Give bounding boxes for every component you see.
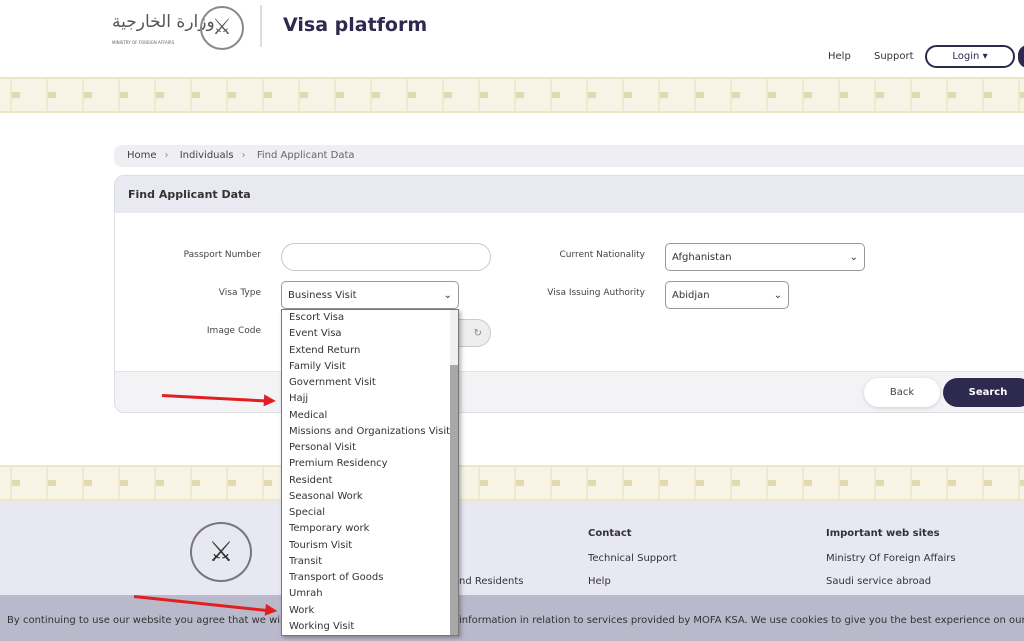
saudi-abroad-link[interactable]: Saudi service abroad — [826, 576, 931, 587]
dropdown-option[interactable]: Seasonal Work — [282, 489, 458, 505]
nav-help[interactable]: Help — [828, 51, 851, 62]
dropdown-option[interactable]: Transit — [282, 554, 458, 570]
contact-title: Contact — [588, 528, 632, 539]
card-header: Find Applicant Data — [115, 176, 1024, 213]
dropdown-option[interactable]: Premium Residency — [282, 456, 458, 472]
footer-link-residents[interactable]: nd Residents — [459, 576, 523, 587]
dropdown-option[interactable]: Transport of Goods — [282, 570, 458, 586]
breadcrumb-individuals[interactable]: Individuals — [180, 150, 234, 161]
dropdown-option[interactable]: Resident — [282, 473, 458, 489]
breadcrumb-home[interactable]: Home — [127, 150, 157, 161]
dropdown-option[interactable]: Temporary work — [282, 521, 458, 537]
dropdown-option[interactable]: Family Visit — [282, 359, 458, 375]
dropdown-option[interactable]: Extend Return — [282, 343, 458, 359]
login-button[interactable]: Login ▾ — [925, 45, 1015, 68]
footer-emblem-icon: ⚔ — [190, 522, 252, 582]
dropdown-option[interactable]: Hajj — [282, 391, 458, 407]
visa-type-label: Visa Type — [218, 288, 261, 298]
dropdown-option[interactable]: Umrah — [282, 586, 458, 602]
ministry-logo: وزارة الخارجية MINISTRY OF FOREIGN AFFAI… — [112, 6, 247, 50]
help-link[interactable]: Help — [588, 576, 611, 587]
cookie-text-left: By continuing to use our website you agr… — [7, 615, 286, 626]
cookie-banner: By continuing to use our website you agr… — [0, 595, 1024, 641]
nationality-label: Current Nationality — [559, 250, 645, 260]
language-button[interactable] — [1018, 45, 1024, 68]
nationality-select[interactable]: Afghanistan ⌄ — [665, 243, 865, 271]
footer-band — [0, 465, 1024, 501]
dropdown-option[interactable]: Medical — [282, 408, 458, 424]
breadcrumb: Home › Individuals › Find Applicant Data — [114, 145, 1024, 167]
dropdown-option[interactable]: Missions and Organizations Visit — [282, 424, 458, 440]
divider — [260, 5, 262, 47]
nav-support[interactable]: Support — [874, 51, 914, 62]
visa-type-select[interactable]: Business Visit ⌄ — [281, 281, 459, 309]
dropdown-option[interactable]: Work — [282, 603, 458, 619]
dropdown-option[interactable]: Event Visa — [282, 326, 458, 342]
chevron-down-icon: ⌄ — [773, 289, 782, 301]
cookie-text-right: information in relation to services prov… — [459, 615, 1024, 626]
dropdown-option[interactable]: Escort Visa — [282, 310, 458, 326]
chevron-down-icon: ⌄ — [443, 289, 452, 301]
scrollbar[interactable] — [450, 310, 458, 635]
search-button[interactable]: Search — [943, 378, 1024, 407]
emblem-icon: ⚔ — [200, 6, 244, 50]
dropdown-option[interactable]: Working Visit — [282, 619, 458, 635]
passport-input[interactable] — [281, 243, 491, 271]
mofa-link[interactable]: Ministry Of Foreign Affairs — [826, 553, 956, 564]
technical-support-link[interactable]: Technical Support — [588, 553, 677, 564]
visa-type-dropdown-list[interactable]: Escort Visa Event Visa Extend Return Family… — [281, 309, 459, 636]
breadcrumb-current: Find Applicant Data — [256, 150, 355, 161]
image-code-label: Image Code — [206, 326, 261, 336]
chevron-down-icon: ⌄ — [849, 251, 858, 263]
back-button[interactable]: Back — [864, 378, 940, 407]
authority-label: Visa Issuing Authority — [547, 288, 645, 298]
authority-select[interactable]: Abidjan ⌄ — [665, 281, 789, 309]
decorative-band — [0, 77, 1024, 113]
refresh-icon[interactable]: ↻ — [474, 328, 482, 339]
passport-label: Passport Number — [183, 250, 261, 260]
dropdown-option[interactable]: Tourism Visit — [282, 538, 458, 554]
app-title: Visa platform — [283, 14, 428, 36]
dropdown-option[interactable]: Government Visit — [282, 375, 458, 391]
dropdown-option[interactable]: Special — [282, 505, 458, 521]
sites-title: Important web sites — [826, 528, 940, 539]
dropdown-option[interactable]: Personal Visit — [282, 440, 458, 456]
